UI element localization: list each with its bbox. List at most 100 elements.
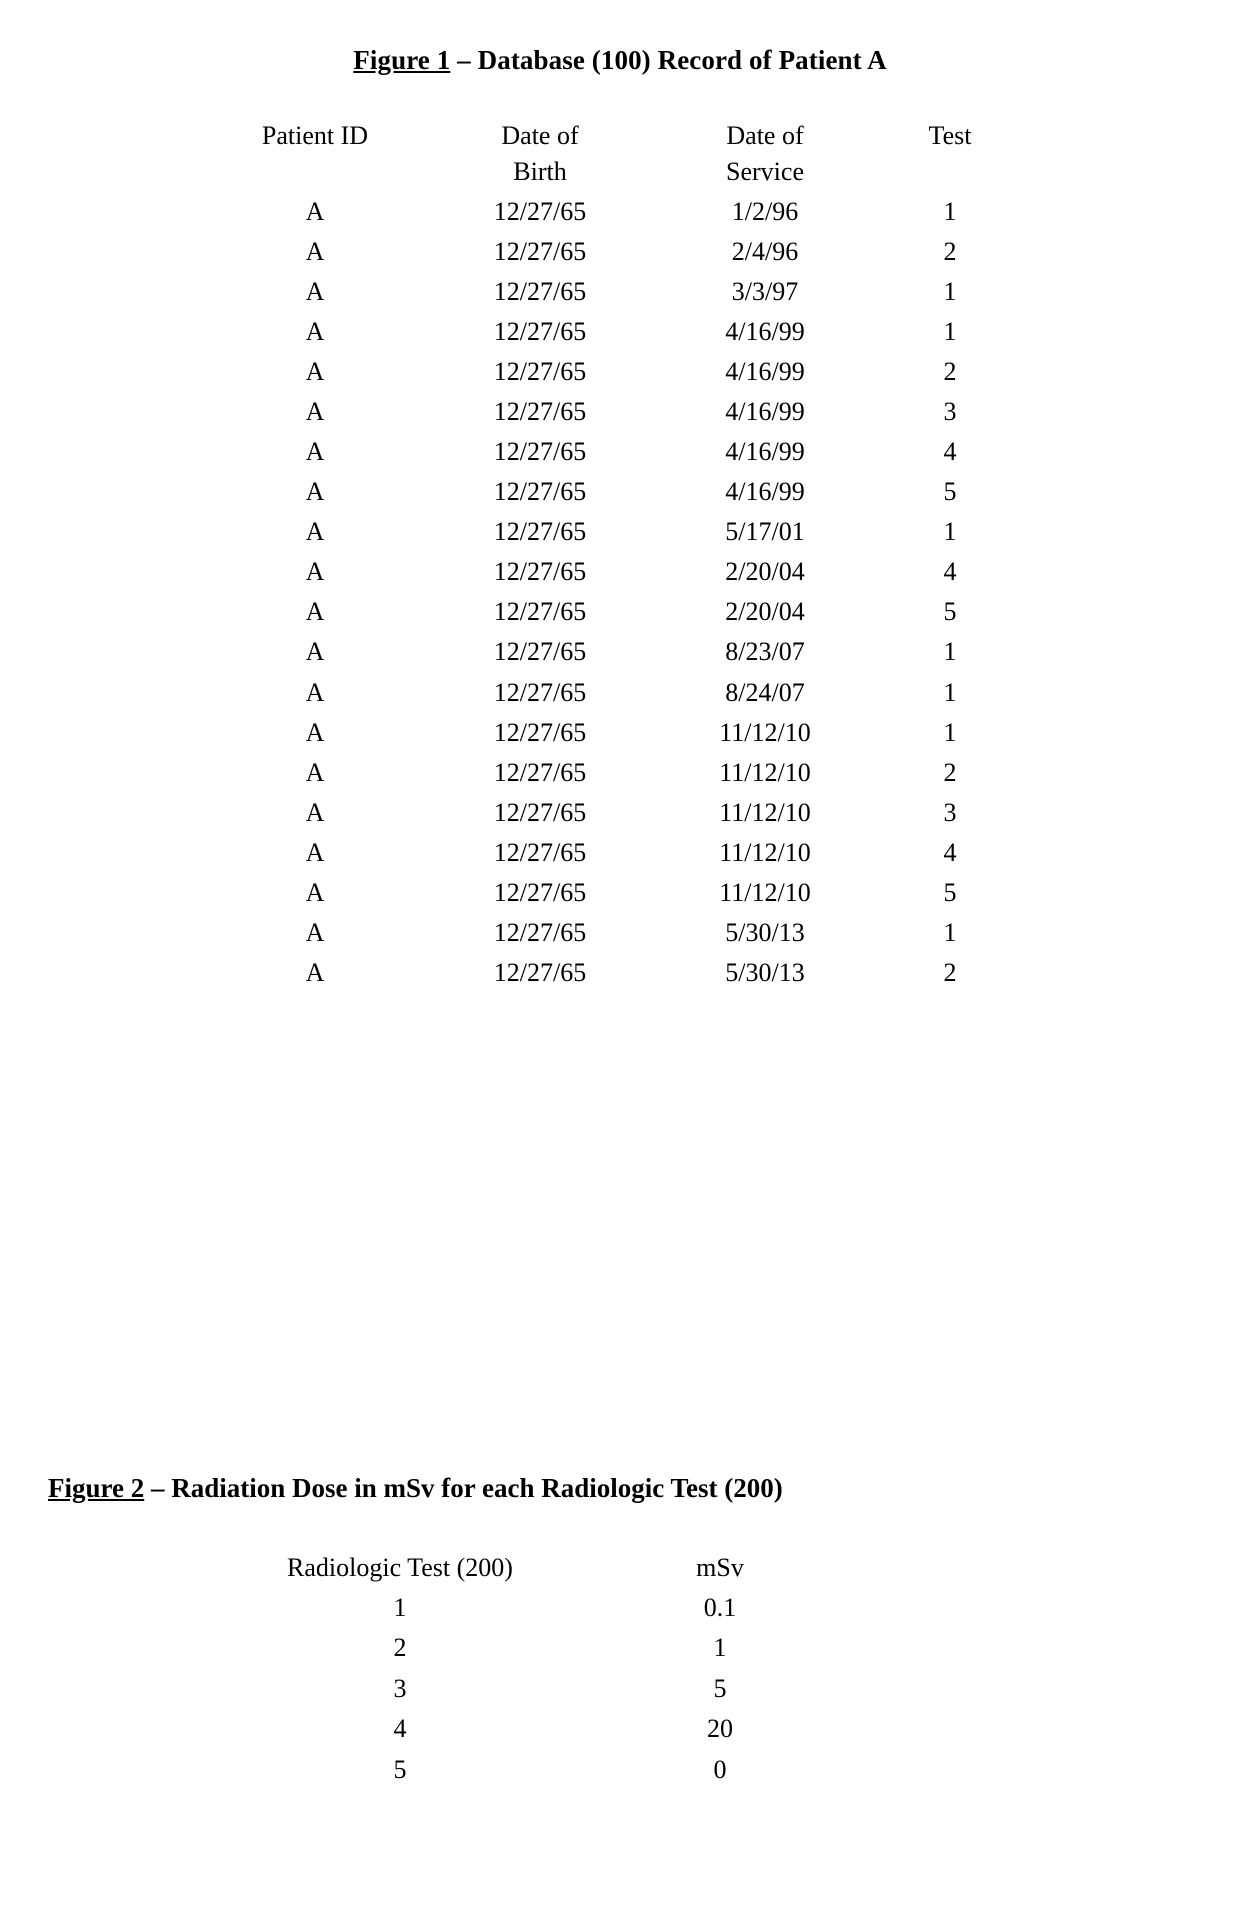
column-header-patient-id: Patient ID xyxy=(210,118,420,192)
cell-patient-id: A xyxy=(305,597,325,627)
cell-test: 2 xyxy=(943,757,957,787)
cell-patient-id: A xyxy=(305,637,325,667)
cell-test: 4 xyxy=(943,437,957,467)
table-header-row: Radiologic Test (200) mSv xyxy=(215,1550,855,1587)
cell-date-of-service: 5/30/13 xyxy=(725,957,805,987)
table-row: A 12/27/65 4/16/99 1 xyxy=(210,312,1030,352)
cell-date-of-birth: 12/27/65 xyxy=(493,917,587,947)
cell-test: 1 xyxy=(943,517,957,547)
table-row: 21 xyxy=(215,1628,855,1669)
figure-2-title: Figure 2 – Radiation Dose in mSv for eac… xyxy=(0,1472,1240,1504)
table-row: A 12/27/65 11/12/10 5 xyxy=(210,873,1030,913)
cell-date-of-birth: 12/27/65 xyxy=(493,637,587,667)
cell-date-of-birth: 12/27/65 xyxy=(493,837,587,867)
cell-patient-id: A xyxy=(305,517,325,547)
cell-patient-id: A xyxy=(305,317,325,347)
cell-test: 1 xyxy=(943,677,957,707)
figure-1-label: Figure 1 xyxy=(353,45,451,75)
cell-date-of-birth: 12/27/65 xyxy=(493,557,587,587)
cell-patient-id: A xyxy=(305,757,325,787)
cell-msv: 1 xyxy=(713,1633,727,1663)
figure-2-section: Figure 2 – Radiation Dose in mSv for eac… xyxy=(0,1472,1240,1791)
cell-date-of-birth: 12/27/65 xyxy=(493,437,587,467)
cell-test: 2 xyxy=(943,957,957,987)
cell-date-of-service: 4/16/99 xyxy=(725,357,805,387)
cell-date-of-service: 2/4/96 xyxy=(731,237,799,267)
cell-date-of-service: 4/16/99 xyxy=(725,437,805,467)
cell-test: 1 xyxy=(943,197,957,227)
cell-patient-id: A xyxy=(305,957,325,987)
cell-date-of-service: 2/20/04 xyxy=(725,597,805,627)
cell-patient-id: A xyxy=(305,877,325,907)
cell-patient-id: A xyxy=(305,797,325,827)
cell-date-of-service: 2/20/04 xyxy=(725,557,805,587)
table-row: A 12/27/65 11/12/10 1 xyxy=(210,713,1030,753)
figure-2-label: Figure 2 xyxy=(48,1473,145,1503)
figure-2-title-rest: – Radiation Dose in mSv for each Radiolo… xyxy=(144,1473,783,1503)
column-header-date-of-birth-label: Date of Birth xyxy=(501,121,579,187)
column-header-radiologic-test: Radiologic Test (200) xyxy=(287,1553,513,1583)
cell-patient-id: A xyxy=(305,677,325,707)
figure-1-title-rest: – Database (100) Record of Patient A xyxy=(450,45,887,75)
cell-date-of-birth: 12/27/65 xyxy=(493,477,587,507)
cell-msv: 0.1 xyxy=(703,1592,737,1622)
table-row: A 12/27/65 5/17/01 1 xyxy=(210,512,1030,552)
table-row: A 12/27/65 2/20/04 4 xyxy=(210,552,1030,592)
cell-date-of-birth: 12/27/65 xyxy=(493,397,587,427)
cell-patient-id: A xyxy=(305,437,325,467)
cell-test: 1 xyxy=(943,717,957,747)
table-row: A 12/27/65 11/12/10 2 xyxy=(210,753,1030,793)
cell-date-of-birth: 12/27/65 xyxy=(493,677,587,707)
figure-1-section: Figure 1 – Database (100) Record of Pati… xyxy=(0,44,1240,993)
cell-date-of-service: 11/12/10 xyxy=(719,877,811,907)
cell-test: 1 xyxy=(393,1592,407,1622)
cell-patient-id: A xyxy=(305,917,325,947)
cell-test: 3 xyxy=(943,797,957,827)
cell-date-of-birth: 12/27/65 xyxy=(493,197,587,227)
table-row: 4 20 xyxy=(215,1709,855,1750)
cell-date-of-service: 11/12/10 xyxy=(719,757,811,787)
cell-patient-id: A xyxy=(305,357,325,387)
cell-date-of-birth: 12/27/65 xyxy=(493,877,587,907)
table-row: A 12/27/65 2/20/04 5 xyxy=(210,592,1030,632)
table-row: 35 xyxy=(215,1669,855,1710)
cell-test: 1 xyxy=(943,317,957,347)
cell-patient-id: A xyxy=(305,277,325,307)
cell-msv: 0 xyxy=(713,1754,727,1784)
cell-date-of-birth: 12/27/65 xyxy=(493,237,587,267)
cell-test: 2 xyxy=(943,237,957,267)
cell-date-of-birth: 12/27/65 xyxy=(493,317,587,347)
cell-patient-id: A xyxy=(305,837,325,867)
table-row: A 12/27/65 4/16/99 5 xyxy=(210,472,1030,512)
cell-msv: 20 xyxy=(707,1714,733,1744)
table-header-row: Patient ID Date of Birth Date of Service… xyxy=(210,118,1030,192)
cell-date-of-birth: 12/27/65 xyxy=(493,957,587,987)
cell-date-of-service: 4/16/99 xyxy=(725,477,805,507)
table-row: A 12/27/65 5/30/13 1 xyxy=(210,913,1030,953)
figure-1-table-body: A 12/27/65 1/2/96 1 A 12/27/65 2/4/96 2 A 12/27/6… xyxy=(210,192,1030,993)
cell-date-of-service: 4/16/99 xyxy=(725,317,805,347)
cell-date-of-service: 4/16/99 xyxy=(725,397,805,427)
cell-date-of-birth: 12/27/65 xyxy=(493,517,587,547)
cell-date-of-birth: 12/27/65 xyxy=(493,757,587,787)
cell-date-of-birth: 12/27/65 xyxy=(493,597,587,627)
figure-1-title: Figure 1 – Database (100) Record of Pati… xyxy=(0,44,1240,76)
column-header-date-of-service-label: Date of Service xyxy=(726,121,804,187)
table-row: A 12/27/65 8/23/07 1 xyxy=(210,632,1030,672)
table-row: A 12/27/65 2/4/96 2 xyxy=(210,232,1030,272)
cell-test: 3 xyxy=(943,397,957,427)
cell-patient-id: A xyxy=(305,557,325,587)
table-row: A 12/27/65 4/16/99 4 xyxy=(210,432,1030,472)
cell-date-of-birth: 12/27/65 xyxy=(493,277,587,307)
cell-test: 4 xyxy=(943,837,957,867)
cell-date-of-birth: 12/27/65 xyxy=(493,357,587,387)
figure-1-table: Patient ID Date of Birth Date of Service… xyxy=(210,118,1030,992)
cell-patient-id: A xyxy=(305,717,325,747)
table-row: 50 xyxy=(215,1750,855,1791)
cell-date-of-service: 8/24/07 xyxy=(725,677,805,707)
cell-patient-id: A xyxy=(305,237,325,267)
cell-date-of-birth: 12/27/65 xyxy=(493,717,587,747)
cell-patient-id: A xyxy=(305,397,325,427)
cell-patient-id: A xyxy=(305,477,325,507)
cell-test: 4 xyxy=(943,557,957,587)
